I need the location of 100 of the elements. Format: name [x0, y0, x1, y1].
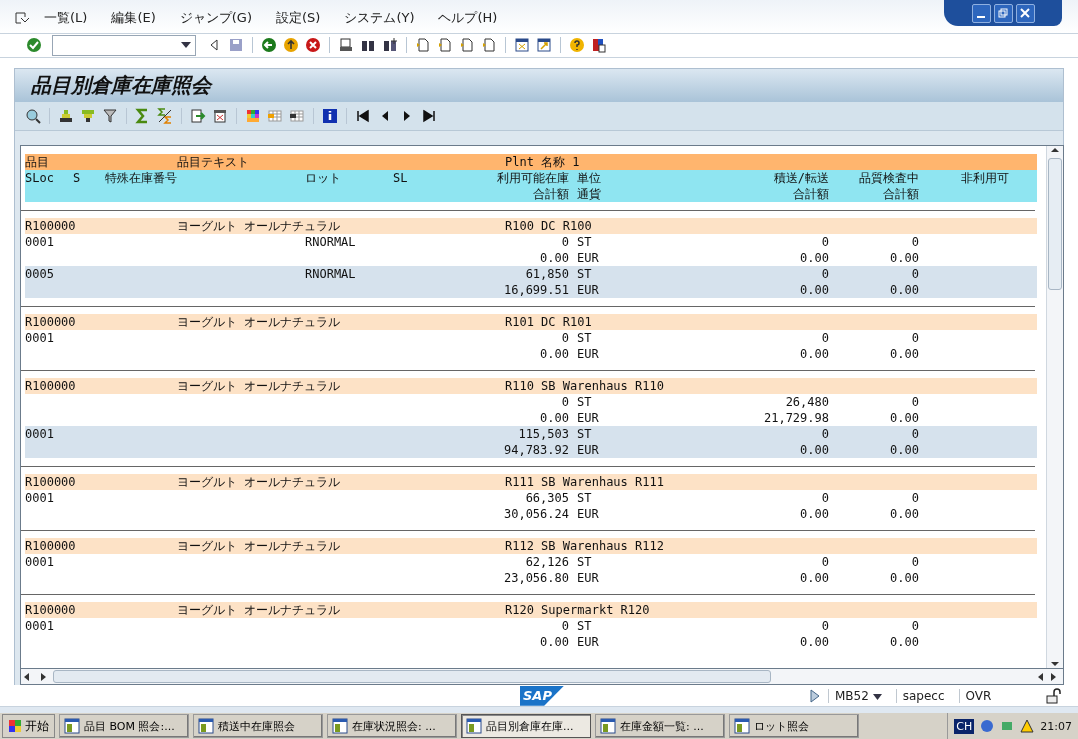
table-cell-text: 0001 [25, 426, 55, 443]
first-page-icon[interactable] [415, 37, 431, 54]
column-header: ロット [305, 170, 342, 187]
table-cell-text: EUR [577, 346, 600, 363]
expand-icon[interactable] [810, 688, 820, 703]
menu-item[interactable]: ジャンプ(G) [169, 8, 262, 27]
taskbar-button[interactable]: ロット照会 [729, 714, 859, 738]
window-icon[interactable] [514, 37, 530, 54]
first-icon[interactable] [355, 108, 371, 125]
print-icon[interactable] [338, 37, 354, 54]
taskbar-button[interactable]: 品目別倉庫在庫... [461, 714, 591, 738]
column-header: 合計額 [792, 186, 829, 203]
table-cell-text: 66,305 [524, 490, 569, 507]
horizontal-scrollbar[interactable] [20, 669, 1064, 686]
export-icon[interactable] [190, 108, 206, 125]
restore-button[interactable] [993, 3, 1013, 23]
column-header: 品質検査中 [858, 170, 919, 187]
taskbar-label: 積送中在庫照会 [218, 718, 295, 734]
table-cell-text: 0 [910, 234, 919, 251]
table-cell-text: EUR [577, 506, 600, 523]
language-indicator[interactable]: CH [954, 718, 975, 734]
close-button[interactable] [1015, 3, 1035, 23]
column-header: SLoc [25, 170, 55, 187]
menu-item[interactable]: 一覧(L) [34, 8, 98, 27]
table-cell-text: 0 [910, 618, 919, 635]
table-cell-text: EUR [577, 282, 600, 299]
table-cell-text: R100000 [25, 378, 77, 395]
scroll-up-icon[interactable] [1050, 146, 1060, 155]
screen-title: 品目別倉庫在庫照会 [31, 72, 211, 100]
table-cell-text: 0001 [25, 554, 55, 571]
menu-item[interactable]: ヘルプ(H) [428, 8, 508, 27]
transaction-code[interactable]: MB52 [828, 688, 888, 703]
table-cell-text: 0 [820, 554, 829, 571]
cancel-icon[interactable] [305, 37, 321, 54]
menu-item[interactable]: 編集(E) [101, 8, 166, 27]
table-cell-text: RNORMAL [305, 266, 357, 283]
table-cell-text: R111 SB Warenhaus R111 [505, 474, 665, 491]
subtotal-icon[interactable] [157, 108, 173, 125]
filter-icon[interactable] [102, 108, 118, 125]
table-cell-text: ST [577, 554, 593, 571]
menu-icon[interactable] [14, 9, 30, 26]
column-header: Plnt 名称 1 [505, 154, 581, 171]
scrollbar-thumb[interactable] [1048, 158, 1062, 291]
command-field[interactable] [52, 35, 196, 56]
input-mode: OVR [958, 688, 998, 703]
dropdown-caret-icon [872, 693, 882, 700]
table-cell-text: R100000 [25, 218, 77, 235]
table-cell-text: 0 [820, 234, 829, 251]
table-cell-text: 0.00 [539, 410, 569, 427]
last-page-icon[interactable] [481, 37, 497, 54]
save-icon[interactable] [228, 37, 244, 54]
table-cell-text: R120 Supermarkt R120 [505, 602, 651, 619]
exit-icon[interactable] [283, 37, 299, 54]
table-cell-text: EUR [577, 570, 600, 587]
taskbar-button[interactable]: 在庫状況照会: ... [327, 714, 457, 738]
table-cell-text: RNORMAL [305, 234, 357, 251]
shortcut-icon[interactable] [536, 37, 552, 54]
minimize-button[interactable] [971, 3, 991, 23]
table-cell-text: 0 [560, 618, 569, 635]
table-cell-text: 0 [910, 554, 919, 571]
table-cell-text: ヨーグルト オールナチュラル [177, 218, 342, 235]
layout-icon[interactable] [591, 37, 607, 54]
confirm-icon[interactable] [26, 37, 42, 54]
system-name: sapecc [895, 688, 951, 703]
taskbar-button[interactable]: 品目 BOM 照会:... [59, 714, 189, 738]
vertical-scrollbar[interactable] [1046, 146, 1063, 669]
last-icon[interactable] [421, 108, 437, 125]
scrollbar-thumb[interactable] [53, 670, 771, 684]
warning-icon[interactable] [1020, 719, 1035, 733]
layout-grid-icon[interactable] [245, 108, 261, 125]
table-cell-text: 0 [820, 618, 829, 635]
start-button[interactable]: 开始 [2, 714, 55, 738]
table-cell-text: 0 [910, 394, 919, 411]
table-cell-text: 0.00 [889, 442, 919, 459]
previous-page-icon[interactable] [437, 37, 453, 54]
table-cell-text: 0 [820, 426, 829, 443]
print-preview-icon[interactable] [212, 108, 228, 125]
table-cell-text: R100 DC R100 [505, 218, 593, 235]
table-cell-text: 23,056.80 [502, 570, 569, 587]
table-cell-text: R112 SB Warenhaus R112 [505, 538, 665, 555]
window-icon [466, 718, 482, 734]
next-page-icon[interactable] [459, 37, 475, 54]
menu-item[interactable]: システム(Y) [334, 8, 425, 27]
table-cell-text: 16,699.51 [502, 282, 569, 299]
taskbar-button[interactable]: 在庫金額一覧: ... [595, 714, 725, 738]
table-cell-text: 26,480 [784, 394, 829, 411]
column-header: 非利用可 [961, 170, 1010, 187]
table-cell-text: 0.00 [799, 506, 829, 523]
taskbar-button[interactable]: 積送中在庫照会 [193, 714, 323, 738]
table-cell-text: 0 [820, 490, 829, 507]
sap-logo: SAP [520, 685, 564, 706]
table-cell-text: 0001 [25, 618, 55, 635]
save-layout-icon[interactable] [289, 108, 305, 125]
sort-descending-icon[interactable] [80, 108, 96, 125]
menu-item[interactable]: 設定(S) [265, 8, 331, 27]
table-cell-text: 115,503 [517, 426, 569, 443]
sort-ascending-icon[interactable] [58, 108, 74, 125]
info-icon[interactable] [322, 108, 338, 125]
details-icon[interactable] [25, 108, 41, 125]
back-icon[interactable] [261, 37, 277, 54]
